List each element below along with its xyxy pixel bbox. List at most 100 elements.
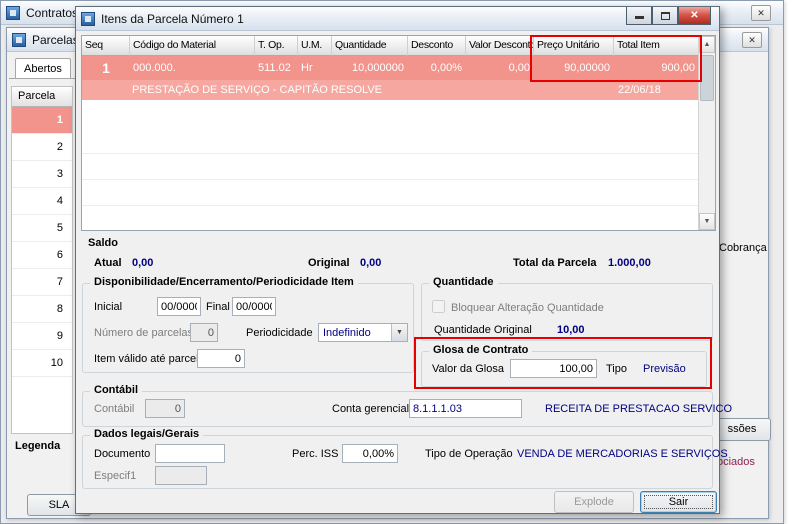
screen: Contratos ✕ Parcelas do ✕ Abertos Parcel… — [0, 0, 800, 524]
parcela-column-header[interactable]: Parcela — [12, 87, 72, 107]
table-row[interactable]: 1 000.000. 511.02 Hr 10,000000 0,00% 0,0… — [82, 56, 715, 80]
list-item[interactable]: 2 — [12, 134, 72, 161]
quantidade-original-label: Quantidade Original — [434, 324, 532, 336]
grid-header-row: Seq Código do Material T. Op. U.M. Quant… — [82, 36, 715, 56]
saldo-original-value: 0,00 — [360, 257, 382, 269]
maximize-icon[interactable] — [652, 7, 678, 25]
items-grid: Seq Código do Material T. Op. U.M. Quant… — [81, 35, 716, 231]
conta-gerencial-field[interactable] — [409, 399, 522, 418]
table-row-description[interactable]: PRESTAÇÃO DE SERVIÇO - CAPITÃO RESOLVE 2… — [82, 80, 715, 100]
close-icon[interactable]: ✕ — [678, 7, 711, 25]
tipo-operacao-label: Tipo de Operação — [425, 448, 513, 460]
minimize-icon[interactable] — [626, 7, 652, 25]
periodicidade-label: Periodicidade — [246, 327, 313, 339]
glosa-tipo-label: Tipo — [606, 363, 627, 375]
item-description: PRESTAÇÃO DE SERVIÇO - CAPITÃO RESOLVE — [132, 84, 383, 96]
cell-desconto: 0,00% — [430, 62, 462, 74]
inicial-field[interactable] — [157, 297, 201, 316]
final-field[interactable] — [232, 297, 276, 316]
list-item[interactable]: 6 — [12, 242, 72, 269]
col-header-codigo-material[interactable]: Código do Material — [130, 36, 255, 56]
contabil-label: Contábil — [94, 403, 135, 415]
cell-valor-desconto: 0,00 — [508, 62, 530, 74]
tab-strip-line — [9, 78, 79, 79]
explode-button[interactable]: Explode — [554, 491, 634, 513]
list-item[interactable]: 9 — [12, 323, 72, 350]
sair-button[interactable]: Sair — [640, 491, 717, 513]
perc-iss-field[interactable] — [342, 444, 398, 463]
dialog-itens-da-parcela: Itens da Parcela Número 1 ✕ Seq Código d… — [75, 6, 732, 514]
list-item[interactable]: 8 — [12, 296, 72, 323]
groupbox-dados-legais: Dados legais/Gerais Documento Perc. ISS … — [82, 428, 728, 489]
cell-quantidade: 10,000000 — [352, 62, 404, 74]
especif1-field[interactable] — [155, 466, 207, 485]
app-icon — [6, 5, 20, 20]
list-item[interactable]: 7 — [12, 269, 72, 296]
cobranca-label-fragment: Cobrança — [719, 242, 767, 254]
grid-empty-rows — [82, 128, 698, 230]
tab-abertos[interactable]: Abertos — [15, 58, 71, 79]
col-header-desconto[interactable]: Desconto — [408, 36, 466, 56]
dialog-title: Itens da Parcela Número 1 — [101, 11, 244, 26]
saldo-atual-label: Atual — [94, 257, 122, 269]
col-header-um[interactable]: U.M. — [298, 36, 332, 56]
groupbox-glosa: Glosa de Contrato Valor da Glosa Tipo Pr… — [421, 344, 707, 387]
groupbox-glosa-title: Glosa de Contrato — [429, 344, 533, 356]
ssoes-button-fragment[interactable]: ssões — [713, 418, 771, 441]
valor-glosa-field[interactable] — [510, 359, 597, 378]
dialog-titlebar: Itens da Parcela Número 1 — [76, 7, 719, 31]
list-item[interactable]: 1 — [12, 107, 72, 134]
col-header-valor-desconto[interactable]: Valor Desconto — [466, 36, 534, 56]
chevron-down-icon[interactable]: ▼ — [391, 324, 407, 341]
numero-parcelas-label: Número de parcelas — [94, 327, 194, 339]
documento-field[interactable] — [155, 444, 225, 463]
conta-gerencial-label: Conta gerencial — [332, 403, 410, 415]
list-item[interactable]: 4 — [12, 188, 72, 215]
saldo-title: Saldo — [88, 237, 118, 249]
scroll-down-icon[interactable]: ▼ — [699, 213, 715, 230]
groupbox-disponibilidade-title: Disponibilidade/Encerramento/Periodicida… — [90, 276, 358, 288]
saldo-atual-value: 0,00 — [132, 257, 154, 269]
vertical-scrollbar[interactable]: ▲ ▼ — [698, 36, 715, 230]
cell-total-item: 900,00 — [661, 62, 695, 74]
scroll-up-icon[interactable]: ▲ — [699, 36, 715, 53]
periodicidade-value: Indefinido — [323, 326, 371, 339]
especif1-label: Especif1 — [94, 470, 137, 482]
col-header-seq[interactable]: Seq — [82, 36, 130, 56]
col-header-quantidade[interactable]: Quantidade — [332, 36, 408, 56]
cell-preco-unitario: 90,00000 — [564, 62, 610, 74]
list-item[interactable]: 5 — [12, 215, 72, 242]
groupbox-disponibilidade: Disponibilidade/Encerramento/Periodicida… — [82, 276, 414, 373]
saldo-original-label: Original — [308, 257, 350, 269]
groupbox-quantidade: Quantidade Bloquear Alteração Quantidade… — [421, 276, 713, 341]
item-valido-field[interactable] — [197, 349, 245, 368]
cell-seq: 1 — [102, 60, 110, 76]
contabil-field[interactable] — [145, 399, 185, 418]
close-icon[interactable]: ✕ — [742, 32, 762, 48]
groupbox-dados-legais-title: Dados legais/Gerais — [90, 428, 204, 440]
total-parcela-value: 1.000,00 — [608, 257, 651, 269]
groupbox-contabil-title: Contábil — [90, 384, 142, 396]
bloquear-quantidade-checkbox[interactable] — [432, 300, 445, 313]
close-icon[interactable]: ✕ — [751, 5, 771, 21]
numero-parcelas-field[interactable] — [190, 323, 218, 342]
tipo-operacao-value: VENDA DE MERCADORIAS E SERVIÇOS — [517, 448, 728, 460]
quantidade-original-value: 10,00 — [557, 324, 585, 336]
list-item[interactable]: 3 — [12, 161, 72, 188]
periodicidade-select[interactable]: Indefinido ▼ — [318, 323, 408, 342]
valor-glosa-label: Valor da Glosa — [432, 363, 504, 375]
window-contratos-title: Contratos — [26, 5, 79, 20]
cell-t-op: 511.02 — [258, 62, 291, 74]
col-header-t-op[interactable]: T. Op. — [255, 36, 298, 56]
parcelas-list: Parcela 1 2 3 4 5 6 7 8 9 10 — [11, 86, 73, 434]
scrollbar-thumb[interactable] — [700, 55, 714, 101]
documento-label: Documento — [94, 448, 151, 460]
list-item[interactable]: 10 — [12, 350, 72, 377]
item-valido-label: Item válido até parcela — [94, 353, 205, 365]
item-date: 22/06/18 — [618, 84, 661, 96]
cell-um: Hr — [301, 62, 313, 74]
col-header-preco-unitario[interactable]: Preço Unitário — [534, 36, 614, 56]
conta-gerencial-description: RECEITA DE PRESTACAO SERVICO — [545, 403, 733, 415]
cell-codigo-material: 000.000. — [133, 62, 176, 74]
col-header-total-item[interactable]: Total Item — [614, 36, 699, 56]
